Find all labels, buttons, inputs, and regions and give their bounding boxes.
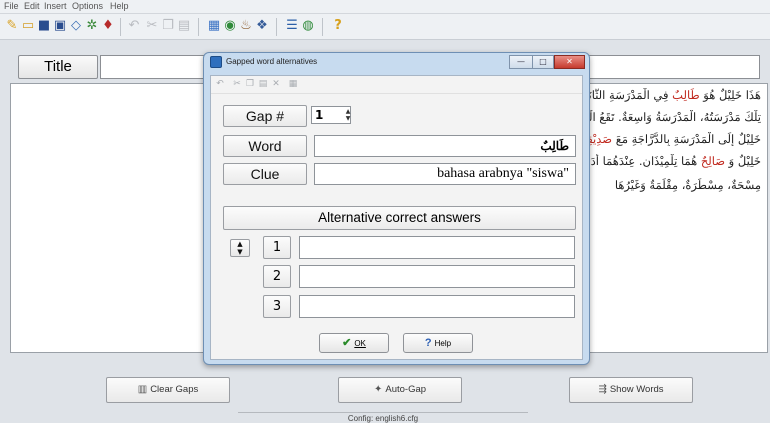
alt-answer-input-3[interactable]	[299, 295, 575, 318]
clear-gaps-label: Clear Gaps	[150, 384, 199, 395]
maximize-button[interactable]: □	[532, 55, 554, 69]
hotpot-icon[interactable]: ♨	[238, 18, 254, 34]
network-icon[interactable]: ❖	[254, 18, 270, 34]
clue-field[interactable]: "bahasa arabnya "siswa	[314, 163, 576, 185]
save-icon[interactable]: ■	[36, 18, 52, 34]
new-file-icon[interactable]: ✎	[4, 18, 20, 34]
menu-help[interactable]: Help	[110, 1, 129, 11]
web-export-icon[interactable]: ◉	[222, 18, 238, 34]
settings-icon[interactable]: ✲	[84, 18, 100, 34]
cut-icon[interactable]: ✂	[231, 78, 243, 90]
config-icon[interactable]: ☰	[284, 18, 300, 34]
word-label: Word	[223, 135, 307, 157]
export-icon[interactable]: ◇	[68, 18, 84, 34]
undo-icon[interactable]: ↶	[214, 78, 226, 90]
alternative-answers-header: Alternative correct answers	[223, 206, 576, 230]
menu-file[interactable]: File	[4, 1, 19, 11]
show-words-label: Show Words	[609, 384, 664, 395]
alt-number-2: 2	[263, 265, 291, 288]
view-html-icon[interactable]: ▦	[206, 18, 222, 34]
alt-number-3: 3	[263, 295, 291, 318]
alternatives-scroll-spinner[interactable]: ▲ ▼	[230, 239, 250, 257]
gap-number-value: 1	[315, 108, 324, 122]
copy-icon[interactable]: ❐	[244, 78, 256, 90]
menu-options[interactable]: Options	[72, 1, 103, 11]
menu-edit[interactable]: Edit	[24, 1, 40, 11]
show-words-icon: ⇶	[598, 384, 607, 395]
auto-gap-icon: ✦	[373, 384, 383, 395]
status-bar: Config: english6.cfg	[238, 412, 528, 423]
cut-icon[interactable]: ✂	[144, 18, 160, 34]
browser-icon[interactable]: ◍	[300, 18, 316, 34]
main-toolbar: ✎ ▭ ■ ▣ ◇ ✲ ♦ ↶ ✂ ❐ ▤ ▦ ◉ ♨ ❖ ☰ ◍ ?	[0, 14, 770, 40]
menu-bar: File Edit Insert Options Help	[0, 0, 770, 14]
auto-gap-label: Auto-Gap	[385, 384, 427, 395]
auto-gap-button[interactable]: ✦ Auto-Gap	[338, 377, 462, 403]
show-words-button[interactable]: ⇶ Show Words	[569, 377, 693, 403]
dialog-title-bar[interactable]: Gapped word alternatives — □ ✕	[204, 53, 589, 72]
paste-icon[interactable]: ▤	[257, 78, 269, 90]
title-button[interactable]: Title	[18, 55, 98, 79]
help-question-icon: ?	[424, 337, 432, 349]
select-all-icon[interactable]: ▦	[287, 78, 299, 90]
dialog-title: Gapped word alternatives	[226, 57, 318, 66]
open-folder-icon[interactable]: ▭	[20, 18, 36, 34]
gapped-word[interactable]: طَالِبٌ	[672, 88, 699, 102]
app-icon	[210, 56, 222, 68]
alt-answer-input-2[interactable]	[299, 265, 575, 288]
toolbar-separator	[276, 18, 277, 36]
gapped-word[interactable]: صَالِحٌ	[701, 154, 725, 168]
toolbar-separator	[198, 18, 199, 36]
clear-gaps-button[interactable]: ▥ Clear Gaps	[106, 377, 230, 403]
delete-icon[interactable]: ✕	[270, 78, 282, 90]
paste-icon[interactable]: ▤	[176, 18, 192, 34]
word-field[interactable]: طَالِبٌ	[314, 135, 576, 157]
toolbar-separator	[120, 18, 121, 36]
menu-insert[interactable]: Insert	[44, 1, 67, 11]
gap-number-label: Gap #	[223, 105, 307, 127]
check-icon: ✔	[342, 337, 352, 349]
gapped-word-alternatives-dialog: Gapped word alternatives — □ ✕ ↶ ✂ ❐ ▤ ✕…	[203, 52, 590, 365]
clear-gaps-icon: ▥	[137, 384, 148, 395]
alt-answer-input-1[interactable]	[299, 236, 575, 259]
toolbar-separator	[322, 18, 323, 36]
save-as-icon[interactable]: ▣	[52, 18, 68, 34]
gap-number-spinner[interactable]: ▲ ▼	[344, 108, 352, 122]
close-button[interactable]: ✕	[554, 55, 585, 69]
clue-label: Clue	[223, 163, 307, 185]
minimize-button[interactable]: —	[509, 55, 533, 69]
undo-icon[interactable]: ↶	[126, 18, 142, 34]
ok-button[interactable]: ✔ OK	[319, 333, 389, 353]
ok-label: OK	[354, 339, 366, 348]
dialog-body: ↶ ✂ ❐ ▤ ✕ ▦ Gap # 1 ▲ ▼ Word طَالِبٌ Clue…	[210, 75, 583, 360]
dialog-toolbar: ↶ ✂ ❐ ▤ ✕ ▦	[211, 76, 582, 94]
help-button[interactable]: ? Help	[403, 333, 473, 353]
help-label: Help	[434, 339, 452, 348]
copy-icon[interactable]: ❐	[160, 18, 176, 34]
insert-gap-icon[interactable]: ♦	[100, 18, 116, 34]
help-icon[interactable]: ?	[330, 18, 346, 34]
alt-number-1: 1	[263, 236, 291, 259]
